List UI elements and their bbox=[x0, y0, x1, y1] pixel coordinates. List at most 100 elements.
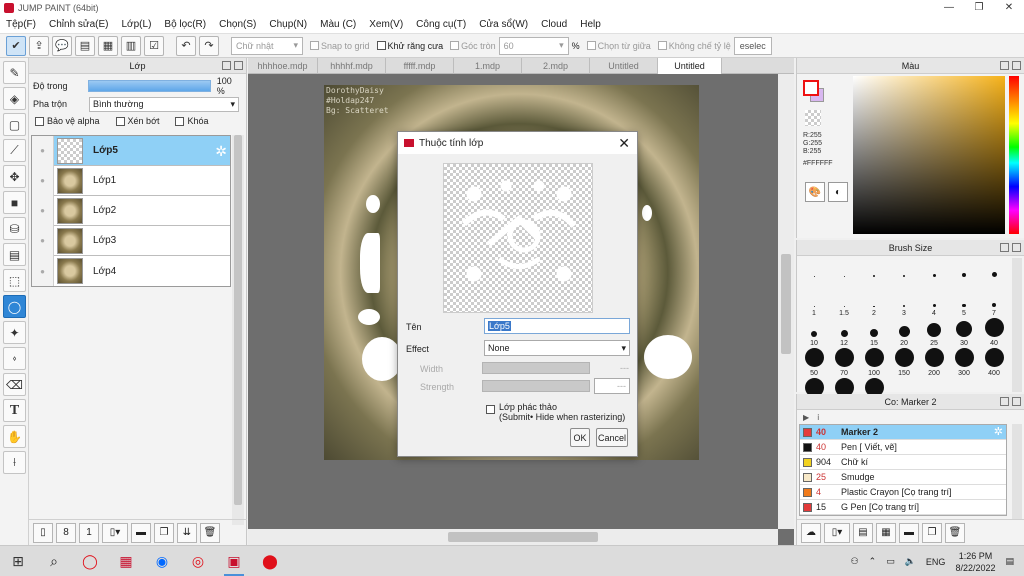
snap-grid-checkbox[interactable]: Snap to grid bbox=[310, 41, 370, 51]
brush-size-option[interactable]: 5 bbox=[949, 288, 979, 318]
text-icon[interactable]: T bbox=[3, 399, 26, 422]
brush-size-option[interactable]: 1 bbox=[799, 288, 829, 318]
pen-icon[interactable]: ✎ bbox=[3, 61, 26, 84]
saturation-value-picker[interactable] bbox=[853, 76, 1005, 234]
search-icon[interactable]: ⌕ bbox=[36, 546, 72, 576]
layer-item-lop2[interactable]: ● Lớp2 bbox=[32, 195, 230, 226]
delete-brush-icon[interactable]: 🗑 bbox=[945, 522, 965, 543]
visibility-icon[interactable]: ● bbox=[32, 225, 54, 256]
panel-close-icon[interactable] bbox=[1012, 397, 1021, 406]
brush-size-option[interactable]: 12 bbox=[829, 318, 859, 348]
layer-scrollbar[interactable] bbox=[232, 135, 244, 525]
brush-size-option[interactable]: 2 bbox=[859, 288, 889, 318]
comment-icon[interactable]: ▤ bbox=[75, 35, 95, 56]
menu-capture[interactable]: Chụp(N) bbox=[269, 19, 307, 30]
export-icon[interactable]: ⇪ bbox=[29, 35, 49, 56]
maximize-button[interactable]: ❐ bbox=[964, 0, 994, 16]
brush-size-option[interactable]: 70 bbox=[829, 348, 859, 378]
add-layer-menu-icon[interactable]: ▯▾ bbox=[102, 522, 128, 543]
brush-size-option[interactable]: 20 bbox=[889, 318, 919, 348]
brush-size-option[interactable]: 7 bbox=[979, 288, 1009, 318]
layer-name-input[interactable]: Lớp5 bbox=[484, 318, 630, 334]
checklist-icon[interactable]: ☑ bbox=[144, 35, 164, 56]
ok-button[interactable]: OK bbox=[570, 428, 590, 447]
brush-item-g-pen[interactable]: 15 G Pen [Cọ trang trí] bbox=[800, 500, 1006, 515]
panel-float-icon[interactable] bbox=[222, 61, 231, 70]
brush-size-option[interactable]: 10 bbox=[799, 318, 829, 348]
blend-mode-select[interactable]: Bình thường ▾ bbox=[89, 96, 239, 112]
tab-hhhhoe[interactable]: hhhhoe.mdp bbox=[248, 58, 318, 74]
color-history-icon[interactable]: ◐ bbox=[828, 182, 848, 202]
folder-icon[interactable]: ▬ bbox=[899, 522, 919, 543]
speech-bubble-icon[interactable]: 💬 bbox=[52, 35, 72, 56]
volume-icon[interactable]: 🔈 bbox=[905, 556, 916, 567]
visibility-icon[interactable]: ● bbox=[32, 165, 54, 196]
panel-close-icon[interactable] bbox=[234, 61, 243, 70]
palette-icon[interactable]: 🎨 bbox=[805, 182, 825, 202]
brush-scrollbar[interactable] bbox=[1012, 258, 1022, 392]
select-rect-icon[interactable]: ⬚ bbox=[3, 269, 26, 292]
panel-close-icon[interactable] bbox=[1012, 243, 1021, 252]
menu-edit[interactable]: Chỉnh sửa(E) bbox=[49, 19, 109, 30]
tab-hhhhf[interactable]: hhhhf.mdp bbox=[318, 58, 386, 74]
effect-select[interactable]: None ▾ bbox=[484, 340, 630, 356]
opera-icon[interactable]: ◯ bbox=[72, 546, 108, 576]
brush-size-option[interactable]: 150 bbox=[889, 348, 919, 378]
cloud-sync-icon[interactable]: ✔ bbox=[6, 35, 26, 56]
strength-slider[interactable] bbox=[482, 380, 590, 392]
move-icon[interactable]: ✥ bbox=[3, 165, 26, 188]
opera-gx-icon[interactable]: ◎ bbox=[180, 546, 216, 576]
tab-2[interactable]: 2.mdp bbox=[522, 58, 590, 74]
shape-select[interactable]: Chữ nhật ▾ bbox=[231, 36, 303, 55]
clipping-checkbox[interactable]: Xén bớt bbox=[115, 116, 159, 126]
select-eraser-icon[interactable]: ⌫ bbox=[3, 373, 26, 396]
redo-icon[interactable]: ↷ bbox=[199, 35, 219, 56]
windows-start-icon[interactable]: ⊞ bbox=[0, 546, 36, 576]
lasso-icon[interactable]: ◯ bbox=[3, 295, 26, 318]
menu-layer[interactable]: Lớp(L) bbox=[122, 19, 152, 30]
close-icon[interactable]: ✕ bbox=[618, 135, 630, 152]
menu-cloud[interactable]: Cloud bbox=[541, 19, 567, 30]
brush-copy-icon[interactable]: ▦ bbox=[876, 522, 896, 543]
round-corner-checkbox[interactable]: Góc tròn bbox=[450, 41, 496, 51]
menu-tools[interactable]: Công cụ(T) bbox=[416, 19, 466, 30]
deselect-button[interactable]: eselec bbox=[733, 36, 772, 55]
brush-size-option[interactable]: 4 bbox=[919, 288, 949, 318]
network-icon[interactable]: ▭ bbox=[886, 556, 895, 567]
clock[interactable]: 1:26 PM 8/22/2022 bbox=[955, 550, 995, 574]
rectangle-icon[interactable]: ▢ bbox=[3, 113, 26, 136]
gradient-icon[interactable]: ▤ bbox=[3, 243, 26, 266]
language-indicator[interactable]: ENG bbox=[926, 557, 946, 567]
gear-icon[interactable]: ✲ bbox=[215, 143, 227, 160]
antialias-checkbox[interactable]: Khử răng cưa bbox=[376, 41, 443, 51]
people-icon[interactable]: ⚇ bbox=[851, 556, 859, 567]
brush-size-option[interactable] bbox=[859, 258, 889, 288]
duplicate-layer-icon[interactable]: ❐ bbox=[154, 522, 174, 543]
visibility-icon[interactable]: ● bbox=[32, 135, 54, 166]
panel-float-icon[interactable] bbox=[1000, 397, 1009, 406]
menu-view[interactable]: Xem(V) bbox=[369, 19, 403, 30]
brush-size-option[interactable]: 15 bbox=[859, 318, 889, 348]
tab-1[interactable]: 1.mdp bbox=[454, 58, 522, 74]
select-pen-icon[interactable]: ⬫ bbox=[3, 347, 26, 370]
brush-item-pen[interactable]: 40 Pen [ Viết, vẽ] bbox=[800, 440, 1006, 455]
brush-size-option[interactable]: 25 bbox=[919, 318, 949, 348]
minimize-button[interactable]: — bbox=[934, 0, 964, 16]
record-icon[interactable]: ⬤ bbox=[252, 546, 288, 576]
tab-untitled-1[interactable]: Untitled bbox=[590, 58, 658, 74]
hand-icon[interactable]: ✋ bbox=[3, 425, 26, 448]
merge-layer-icon[interactable]: ⇊ bbox=[177, 522, 197, 543]
layer-item-lop1[interactable]: ● Lớp1 bbox=[32, 165, 230, 196]
brush-size-option[interactable]: 3 bbox=[889, 288, 919, 318]
fill-rect-icon[interactable]: ■ bbox=[3, 191, 26, 214]
brush-list-scrollbar[interactable] bbox=[1012, 424, 1022, 519]
brush-size-option[interactable]: 50 bbox=[799, 348, 829, 378]
menu-file[interactable]: Tệp(F) bbox=[6, 19, 36, 30]
jump-paint-taskbar-icon[interactable]: ▣ bbox=[216, 546, 252, 576]
brush-size-option[interactable] bbox=[889, 258, 919, 288]
foreground-color-swatch[interactable] bbox=[803, 80, 819, 96]
new-1bit-layer-icon[interactable]: 1 bbox=[79, 522, 99, 543]
brush-item-marker-2[interactable]: 40 Marker 2 ✲ bbox=[800, 425, 1006, 440]
lock-checkbox[interactable]: Khóa bbox=[175, 116, 209, 126]
gear-icon[interactable]: ✲ bbox=[994, 425, 1003, 438]
